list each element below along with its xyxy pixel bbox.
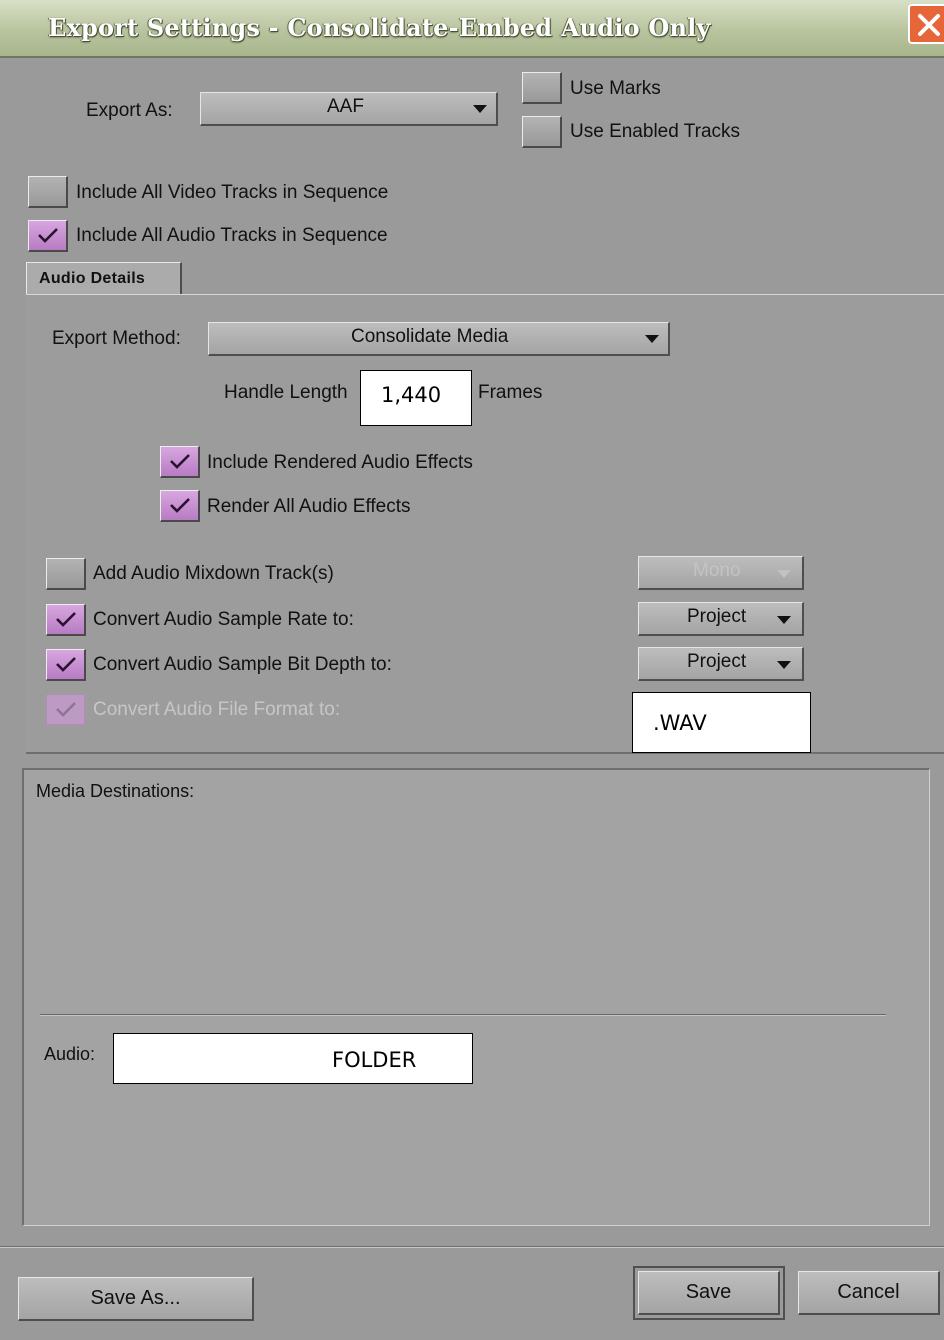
mixdown-checkbox[interactable] [46,558,86,590]
tab-audio-details[interactable]: Audio Details [26,262,182,295]
save-as-button[interactable]: Save As... [18,1277,254,1321]
divider [40,1014,886,1016]
title-bar: Export Settings - Consolidate-Embed Audi… [0,0,944,58]
sample-rate-checkbox[interactable] [46,604,86,636]
render-all-effects-label: Render All Audio Effects [207,496,411,517]
bit-depth-value: Project [687,651,747,672]
checkmark-icon [170,498,190,513]
bit-depth-checkbox[interactable] [46,649,86,681]
handle-length-input[interactable]: 1,440 [360,370,472,426]
tab-audio-details-label: Audio Details [39,270,146,287]
include-audio-checkbox[interactable] [28,220,68,252]
export-method-dropdown[interactable]: Consolidate Media [208,322,670,356]
render-all-effects-checkbox[interactable] [160,490,200,522]
use-marks-checkbox[interactable] [522,72,562,104]
file-format-checkbox [46,694,86,726]
bit-depth-label: Convert Audio Sample Bit Depth to: [93,654,392,675]
checkmark-icon [56,702,76,717]
checkmark-icon [56,612,76,627]
sample-rate-dropdown[interactable]: Project [638,602,804,636]
media-destinations-panel [22,768,930,1226]
bit-depth-dropdown[interactable]: Project [638,647,804,681]
window-title: Export Settings - Consolidate-Embed Audi… [48,13,711,42]
use-enabled-tracks-label: Use Enabled Tracks [570,121,741,142]
use-enabled-tracks-checkbox[interactable] [522,116,562,148]
sample-rate-label: Convert Audio Sample Rate to: [93,609,354,630]
mixdown-dropdown[interactable]: Mono [638,556,804,590]
include-rendered-effects-label: Include Rendered Audio Effects [207,452,473,473]
mixdown-value: Mono [693,560,741,581]
frames-label: Frames [478,382,543,403]
chevron-down-icon [645,335,659,343]
close-icon [918,14,940,36]
export-method-value: Consolidate Media [351,326,509,347]
include-video-checkbox[interactable] [28,176,68,208]
checkmark-icon [170,454,190,469]
export-method-label: Export Method: [52,328,181,349]
cancel-button[interactable]: Cancel [798,1271,940,1315]
footer-divider [0,1246,944,1248]
checkmark-icon [56,657,76,672]
export-as-value: AAF [327,96,364,117]
use-marks-label: Use Marks [570,78,661,99]
checkmark-icon [38,228,58,243]
close-button[interactable] [908,4,944,44]
chevron-down-icon [777,616,791,624]
export-as-label: Export As: [86,100,173,121]
chevron-down-icon [777,570,791,578]
audio-destination-label: Audio: [44,1044,96,1064]
file-format-value: .WAV [632,692,811,753]
chevron-down-icon [473,105,487,113]
mixdown-label: Add Audio Mixdown Track(s) [93,563,334,584]
file-format-label: Convert Audio File Format to: [93,699,341,720]
save-button[interactable]: Save [633,1266,785,1320]
export-as-dropdown[interactable]: AAF [200,92,498,126]
media-destinations-label: Media Destinations: [36,781,195,801]
handle-length-label: Handle Length [224,382,348,403]
include-rendered-effects-checkbox[interactable] [160,446,200,478]
include-video-label: Include All Video Tracks in Sequence [76,182,389,203]
include-audio-label: Include All Audio Tracks in Sequence [76,225,388,246]
audio-destination-field[interactable]: FOLDER [113,1033,473,1084]
chevron-down-icon [777,661,791,669]
sample-rate-value: Project [687,606,747,627]
audio-details-panel [26,294,944,754]
